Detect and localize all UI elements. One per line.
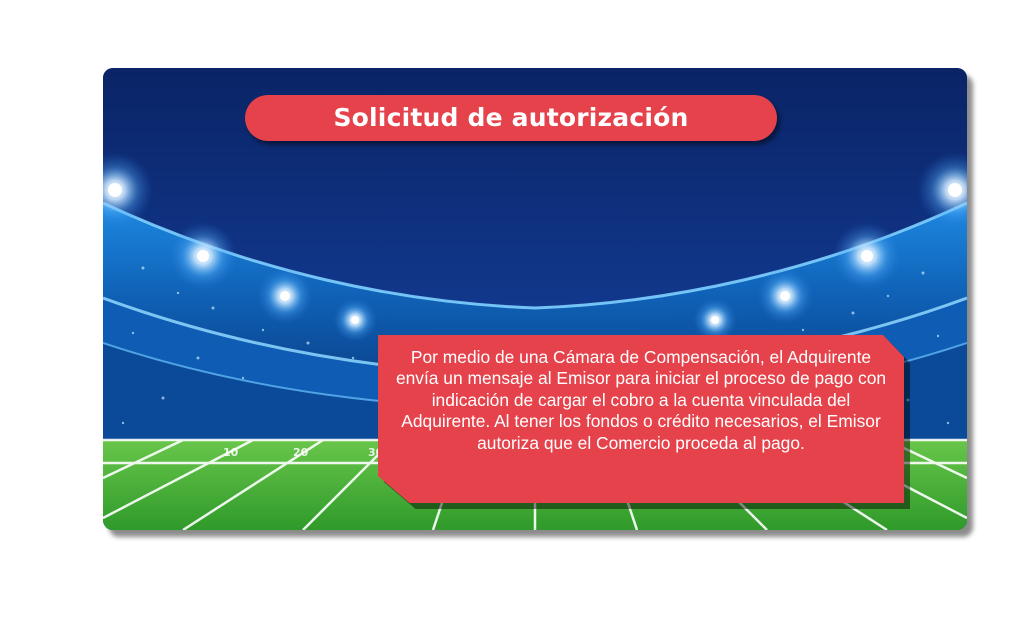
slide-card: 10 20 30 Solicitud de autorización Por m… xyxy=(103,68,967,530)
info-description: Por medio de una Cámara de Compensación,… xyxy=(395,347,887,453)
field-number: 10 xyxy=(223,446,239,459)
field-number: 20 xyxy=(293,446,309,459)
slide-title: Solicitud de autorización xyxy=(245,95,777,141)
info-box: Por medio de una Cámara de Compensación,… xyxy=(378,335,904,503)
